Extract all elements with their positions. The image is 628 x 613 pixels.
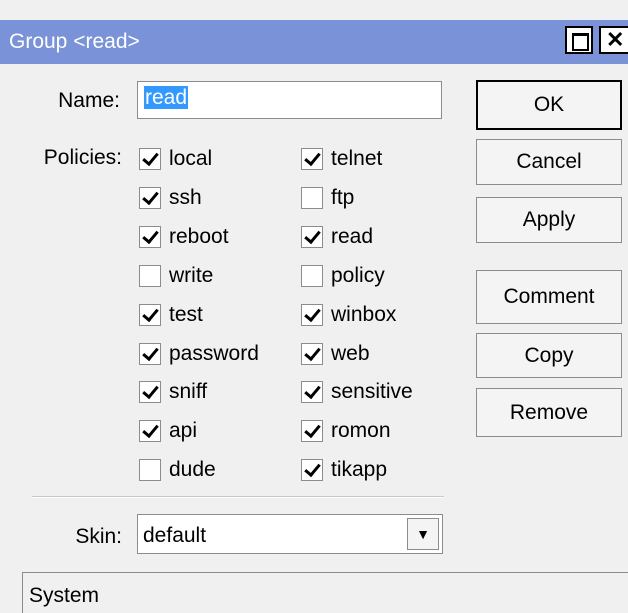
checkbox-checked-icon[interactable]: [139, 226, 161, 248]
title-bar[interactable]: Group <read> ✕: [0, 20, 628, 64]
skin-label: Skin:: [75, 525, 122, 548]
skin-select-value: default: [143, 524, 207, 547]
policy-checkbox-winbox[interactable]: winbox: [301, 301, 396, 329]
policy-label: policy: [331, 264, 385, 287]
remove-button[interactable]: Remove: [476, 388, 622, 437]
checkbox-unchecked-icon[interactable]: [301, 187, 323, 209]
policies-label: Policies:: [43, 146, 122, 169]
policy-label: write: [169, 264, 214, 287]
checkbox-checked-icon[interactable]: [139, 304, 161, 326]
policy-checkbox-ssh[interactable]: ssh: [139, 184, 202, 212]
policy-label: sensitive: [331, 380, 413, 403]
policy-label: winbox: [331, 303, 397, 326]
policy-checkbox-policy[interactable]: policy: [301, 262, 385, 290]
policy-label: ssh: [169, 186, 202, 209]
divider: [32, 496, 444, 498]
policy-label: api: [169, 419, 198, 442]
policy-checkbox-telnet[interactable]: telnet: [301, 145, 382, 173]
policy-label: dude: [169, 458, 216, 481]
policy-label: tikapp: [331, 458, 388, 481]
ok-button[interactable]: OK: [476, 80, 622, 130]
checkbox-checked-icon[interactable]: [139, 148, 161, 170]
copy-button[interactable]: Copy: [476, 333, 622, 378]
comment-button[interactable]: Comment: [476, 270, 622, 324]
policy-checkbox-sensitive[interactable]: sensitive: [301, 378, 413, 406]
checkbox-checked-icon[interactable]: [301, 304, 323, 326]
policy-checkbox-api[interactable]: api: [139, 417, 197, 445]
policy-checkbox-romon[interactable]: romon: [301, 417, 391, 445]
policy-label: password: [169, 342, 259, 365]
skin-select[interactable]: default ▼: [137, 514, 443, 554]
policy-checkbox-read[interactable]: read: [301, 223, 373, 251]
checkbox-unchecked-icon[interactable]: [301, 265, 323, 287]
checkbox-checked-icon[interactable]: [301, 420, 323, 442]
checkbox-checked-icon[interactable]: [301, 226, 323, 248]
checkbox-checked-icon[interactable]: [139, 420, 161, 442]
name-label: Name:: [58, 89, 120, 112]
policy-label: test: [169, 303, 203, 326]
maximize-icon[interactable]: [565, 26, 593, 54]
policy-checkbox-password[interactable]: password: [139, 340, 259, 368]
dropdown-arrow-icon[interactable]: ▼: [407, 518, 439, 550]
policy-checkbox-reboot[interactable]: reboot: [139, 223, 229, 251]
policy-checkbox-sniff[interactable]: sniff: [139, 378, 207, 406]
policy-label: web: [331, 342, 370, 365]
policy-checkbox-web[interactable]: web: [301, 340, 370, 368]
apply-button[interactable]: Apply: [476, 197, 622, 243]
policy-label: telnet: [331, 147, 383, 170]
policy-checkbox-local[interactable]: local: [139, 145, 212, 173]
checkbox-unchecked-icon[interactable]: [139, 459, 161, 481]
policy-label: ftp: [331, 186, 355, 209]
policy-label: reboot: [169, 225, 229, 248]
policy-checkbox-test[interactable]: test: [139, 301, 203, 329]
checkbox-checked-icon[interactable]: [139, 187, 161, 209]
policy-checkbox-dude[interactable]: dude: [139, 456, 216, 484]
policy-checkbox-write[interactable]: write: [139, 262, 213, 290]
name-input[interactable]: read: [137, 81, 442, 119]
checkbox-checked-icon[interactable]: [301, 459, 323, 481]
cancel-button[interactable]: Cancel: [476, 139, 622, 185]
checkbox-checked-icon[interactable]: [301, 148, 323, 170]
name-input-value: read: [144, 86, 189, 109]
checkbox-unchecked-icon[interactable]: [139, 265, 161, 287]
policy-label: read: [331, 225, 374, 248]
checkbox-checked-icon[interactable]: [139, 381, 161, 403]
status-bar: System: [22, 572, 628, 613]
policy-label: sniff: [169, 380, 208, 403]
close-icon[interactable]: ✕: [599, 26, 628, 54]
policy-label: local: [169, 147, 213, 170]
checkbox-checked-icon[interactable]: [301, 381, 323, 403]
status-text: System: [29, 584, 100, 607]
group-dialog: Group <read> ✕ Name: read Policies: loca…: [0, 0, 628, 613]
checkbox-checked-icon[interactable]: [139, 343, 161, 365]
policy-label: romon: [331, 419, 391, 442]
policy-checkbox-tikapp[interactable]: tikapp: [301, 456, 387, 484]
policy-checkbox-ftp[interactable]: ftp: [301, 184, 354, 212]
checkbox-checked-icon[interactable]: [301, 343, 323, 365]
window-title: Group <read>: [9, 30, 140, 53]
